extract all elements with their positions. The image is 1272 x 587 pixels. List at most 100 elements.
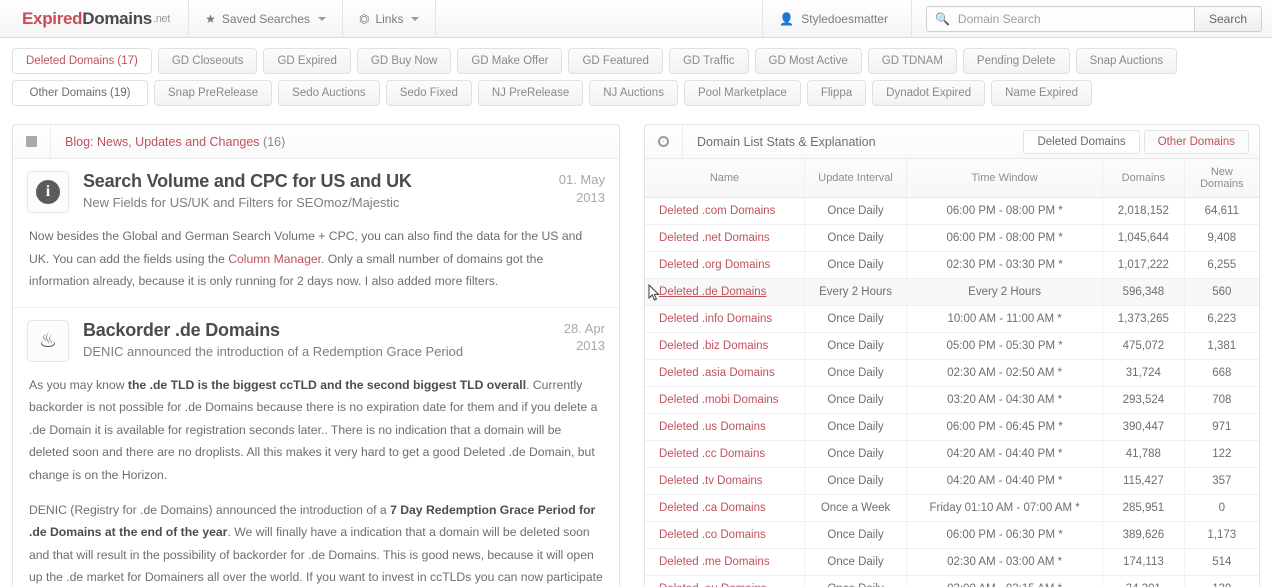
blog-column: Blog: News, Updates and Changes (16) i S… (12, 124, 620, 587)
category-tab[interactable]: Name Expired (991, 80, 1093, 106)
domain-list-name[interactable]: Deleted .cc Domains (645, 440, 806, 468)
category-tab[interactable]: GD Most Active (754, 48, 862, 74)
table-column-header[interactable]: New Domains (1184, 159, 1259, 198)
category-tab[interactable]: Dynadot Expired (872, 80, 986, 106)
search-box[interactable]: 🔍 (925, 5, 1194, 32)
table-row[interactable]: Deleted .me Domains Once Daily 02:30 AM - … (645, 548, 1259, 576)
domain-list-name[interactable]: Deleted .asia Domains (645, 359, 806, 387)
domain-list-name[interactable]: Deleted .info Domains (645, 305, 806, 333)
table-row[interactable]: Deleted .biz Domains Once Daily 05:00 PM -… (645, 332, 1259, 360)
table-row[interactable]: Deleted .mobi Domains Once Daily 03:20 AM … (645, 386, 1259, 414)
update-interval: Once Daily (804, 359, 908, 387)
category-tab[interactable]: GD Closeouts (157, 48, 258, 74)
domain-stats-table: Name Update Interval Time Window Domains New… (645, 159, 1259, 587)
category-tab[interactable]: Flippa (806, 80, 867, 106)
category-tab[interactable]: NJ PreRelease (477, 80, 584, 106)
blog-panel-title[interactable]: Blog: News, Updates and Changes (16) (51, 135, 619, 149)
search-input[interactable] (955, 10, 1186, 27)
table-column-header[interactable]: Name (645, 159, 806, 198)
column-manager-link[interactable]: Column Manager (228, 252, 321, 266)
table-column-header[interactable]: Update Interval (804, 159, 908, 198)
table-row[interactable]: Deleted .asia Domains Once Daily 02:30 AM … (645, 359, 1259, 387)
table-row[interactable]: Deleted .com Domains Once Daily 06:00 PM -… (645, 197, 1259, 225)
category-tab[interactable]: GD Featured (568, 48, 663, 74)
domain-list-name[interactable]: Deleted .us Domains (645, 413, 806, 441)
logo-part-domains: Domains (82, 8, 152, 28)
update-interval: Every 2 Hours (804, 278, 908, 306)
blog-post-paragraph: DENIC (Registry for .de Domains) announc… (29, 499, 603, 587)
new-domain-count: 1,381 (1184, 332, 1259, 360)
category-tab[interactable]: GD Buy Now (356, 48, 452, 74)
nav-user-menu[interactable]: 👤 Styledoesmatter (763, 0, 912, 37)
time-window: 06:00 PM - 08:00 PM * (906, 197, 1104, 225)
tab-other-domains[interactable]: Other Domains (1143, 129, 1249, 154)
stats-panel: Domain List Stats & Explanation Deleted … (644, 124, 1260, 587)
domain-count: 596,348 (1102, 278, 1185, 306)
blog-post-title[interactable]: Search Volume and CPC for US and UK (83, 171, 549, 192)
table-row[interactable]: Deleted .eu DomainsOnce Daily03:00 AM - … (645, 575, 1259, 587)
category-tab[interactable]: Snap PreRelease (154, 80, 273, 106)
domain-list-name[interactable]: Deleted .org Domains (645, 251, 806, 279)
update-interval: Once Daily (804, 467, 908, 495)
category-tab[interactable]: Snap Auctions (1075, 48, 1178, 74)
table-row[interactable]: Deleted .info Domains Once Daily 10:00 AM … (645, 305, 1259, 333)
tab-deleted-domains[interactable]: Deleted Domains (1023, 129, 1140, 154)
domain-list-name[interactable]: Deleted .ca Domains (645, 494, 806, 522)
new-domain-count: 64,611 (1184, 197, 1259, 225)
category-tab[interactable]: Sedo Auctions (278, 80, 380, 106)
update-interval: Once Daily (804, 521, 908, 549)
table-row[interactable]: Deleted .de Domains Every 2 Hours Every 2 … (645, 278, 1259, 306)
category-tab[interactable]: GD TDNAM (867, 48, 957, 74)
category-tab[interactable]: Pool Marketplace (683, 80, 801, 106)
user-icon: 👤 (779, 11, 795, 26)
domain-list-name[interactable]: Deleted .co Domains (645, 521, 806, 549)
table-row[interactable]: Deleted .org Domains Once Daily 02:30 PM -… (645, 251, 1259, 279)
category-tabs-row-1: Deleted Domains (17) GD Closeouts GD Expir… (12, 48, 1260, 74)
domain-list-name[interactable]: Deleted .com Domains (645, 197, 806, 225)
domain-list-name[interactable]: Deleted .tv Domains (645, 467, 806, 495)
category-tab[interactable]: GD Traffic (668, 48, 749, 74)
nav-user-label: Styledoesmatter (801, 11, 888, 26)
domain-count: 389,626 (1102, 521, 1185, 549)
domain-list-name[interactable]: Deleted .biz Domains (645, 332, 806, 360)
domain-list-name[interactable]: Deleted .eu Domains (645, 575, 806, 587)
flame-icon: ♨ (39, 329, 57, 352)
table-column-header[interactable]: Domains (1102, 159, 1185, 198)
table-row[interactable]: Deleted .net Domains Once Daily 06:00 PM -… (645, 224, 1259, 252)
category-tab[interactable]: GD Make Offer (457, 48, 563, 74)
domain-list-name[interactable]: Deleted .mobi Domains (645, 386, 806, 414)
stats-panel-header: Domain List Stats & Explanation Deleted … (645, 125, 1259, 159)
table-row[interactable]: Deleted .us Domains Once Daily 06:00 PM - … (645, 413, 1259, 441)
blog-post-header: i Search Volume and CPC for US and UK Ne… (13, 159, 619, 223)
category-tab[interactable]: NJ Auctions (589, 80, 678, 106)
category-tab[interactable]: Other Domains (19) (12, 80, 148, 106)
table-row[interactable]: Deleted .co Domains Once Daily 06:00 PM - … (645, 521, 1259, 549)
top-navigation-bar: Expired Domains .net ★ Saved Searches ⏣ Li… (0, 0, 1272, 38)
category-tab[interactable]: Deleted Domains (17) (12, 48, 152, 74)
blog-post-title[interactable]: Backorder .de Domains (83, 320, 554, 341)
nav-saved-searches[interactable]: ★ Saved Searches (189, 0, 343, 37)
domain-count: 115,427 (1102, 467, 1185, 495)
blog-post-body: Now besides the Global and German Search… (13, 223, 619, 307)
blog-post-paragraph: Now besides the Global and German Search… (29, 225, 603, 293)
category-tab[interactable]: Pending Delete (962, 48, 1070, 74)
search-button[interactable]: Search (1193, 5, 1262, 32)
stats-header-icon-cell (645, 125, 683, 158)
category-tab[interactable]: GD Expired (263, 48, 351, 74)
domain-list-name[interactable]: Deleted .me Domains (645, 548, 806, 576)
update-interval: Once Daily (804, 197, 908, 225)
nav-links[interactable]: ⏣ Links (343, 0, 437, 37)
category-tab[interactable]: Sedo Fixed (385, 80, 472, 106)
update-interval: Once Daily (804, 251, 908, 279)
domain-list-name[interactable]: Deleted .net Domains (645, 224, 806, 252)
domain-list-name[interactable]: Deleted .de Domains (645, 278, 806, 306)
table-column-header[interactable]: Time Window (906, 159, 1104, 198)
site-logo[interactable]: Expired Domains .net (0, 0, 190, 37)
post2-p2-a: DENIC (Registry for .de Domains) announc… (29, 502, 391, 517)
post2-p1-b: the .de TLD is the biggest ccTLD and the… (127, 377, 527, 392)
table-row[interactable]: Deleted .ca Domains Once a Week Friday 01:… (645, 494, 1259, 522)
table-row[interactable]: Deleted .tv Domains Once Daily 04:20 AM - … (645, 467, 1259, 495)
new-domain-count: 122 (1184, 440, 1259, 468)
table-row[interactable]: Deleted .cc Domains Once Daily 04:20 AM - … (645, 440, 1259, 468)
post2-p1-c: . Currently backorder is not possible fo… (29, 377, 598, 482)
